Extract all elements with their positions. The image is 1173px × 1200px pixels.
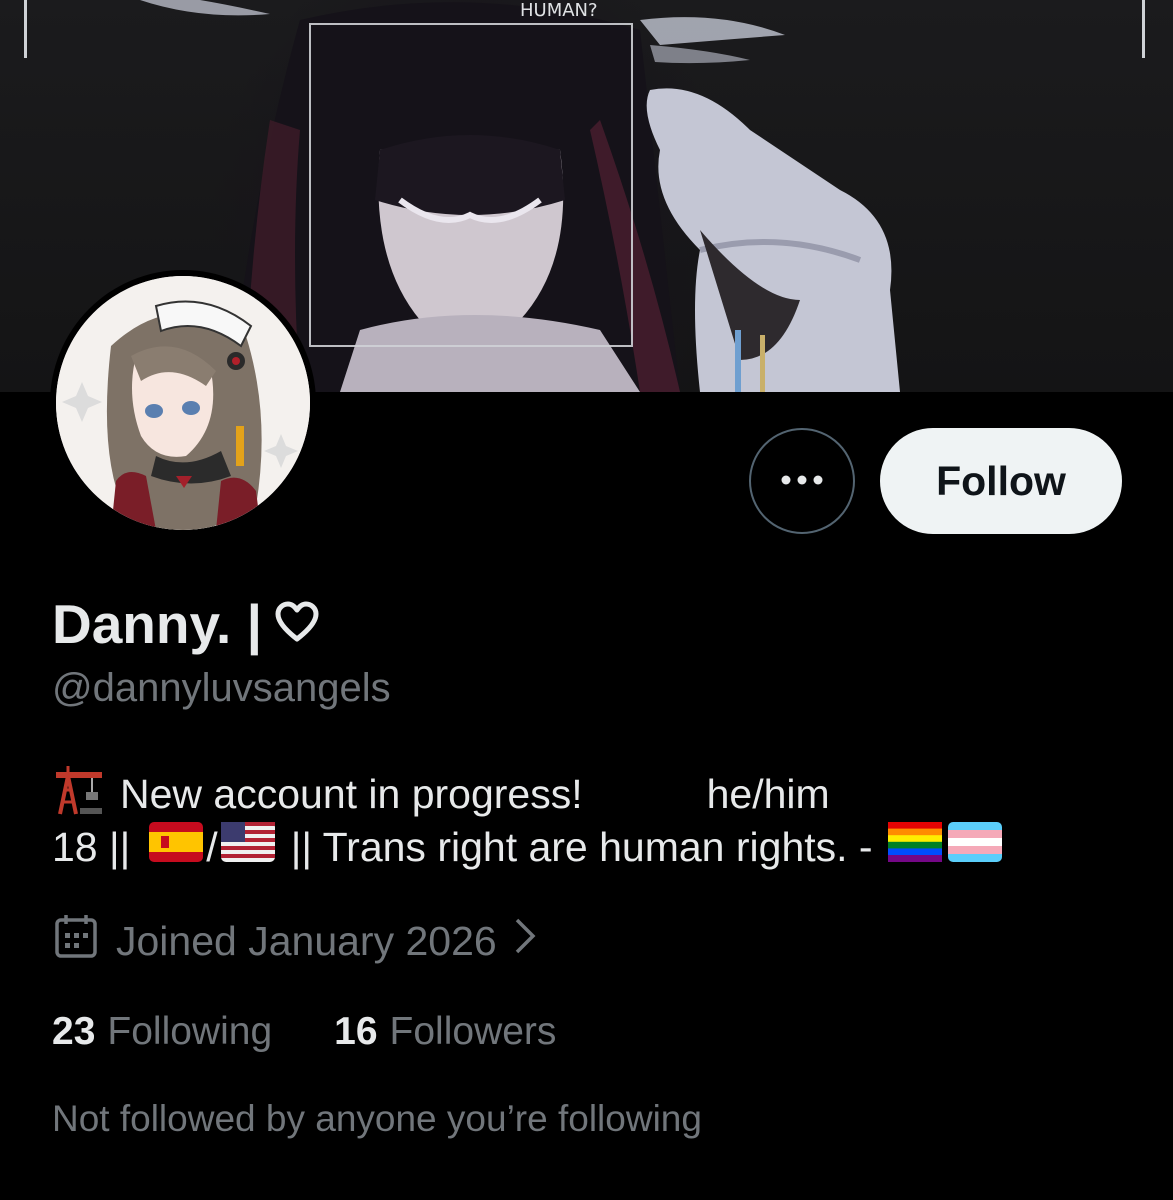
chevron-right-icon xyxy=(513,916,537,966)
follow-stats: 23 Following 16 Followers xyxy=(52,1010,556,1054)
banner-overlay-text: HUMAN? xyxy=(520,0,598,21)
followers-count: 16 xyxy=(334,1010,378,1053)
avatar-image xyxy=(56,276,310,530)
bio-slash: / xyxy=(206,823,218,870)
follow-button[interactable]: Follow xyxy=(880,428,1122,534)
bio-line-1-text: New account in progress! xyxy=(120,770,583,817)
followers-label: Followers xyxy=(389,1010,557,1053)
bio-line-1: New account in progress! he/him xyxy=(52,762,830,826)
joined-date-row[interactable]: Joined January 2026 xyxy=(52,912,537,970)
calendar-icon xyxy=(52,912,100,970)
following-label: Following xyxy=(107,1010,273,1053)
display-name: Danny. | xyxy=(52,593,262,655)
spain-flag-emoji xyxy=(149,822,204,872)
construction-crane-emoji xyxy=(52,762,106,826)
following-stat[interactable]: 23 Following xyxy=(52,1010,272,1054)
bio-line-2: 18 || / || Trans right are human rights.… xyxy=(52,822,1005,872)
more-options-button[interactable] xyxy=(749,428,855,534)
joined-date-text: Joined January 2026 xyxy=(116,917,497,964)
profile-avatar[interactable] xyxy=(50,270,316,536)
usa-flag-emoji xyxy=(220,822,275,872)
not-followed-notice: Not followed by anyone you’re following xyxy=(52,1098,702,1139)
profile-handle: @dannyluvsangels xyxy=(52,666,391,710)
more-dots-icon xyxy=(780,472,824,490)
heart-outline-icon xyxy=(274,592,320,656)
trans-flag-emoji xyxy=(947,822,1002,872)
following-count: 23 xyxy=(52,1010,96,1053)
bio-pronouns: he/him xyxy=(706,770,830,817)
rainbow-flag-emoji xyxy=(887,822,942,872)
bio-line-2-text: || Trans right are human rights. - xyxy=(290,823,873,870)
display-name-row: Danny. | xyxy=(52,592,320,656)
bio-age: 18 || xyxy=(52,823,131,870)
followers-stat[interactable]: 16 Followers xyxy=(334,1010,556,1054)
